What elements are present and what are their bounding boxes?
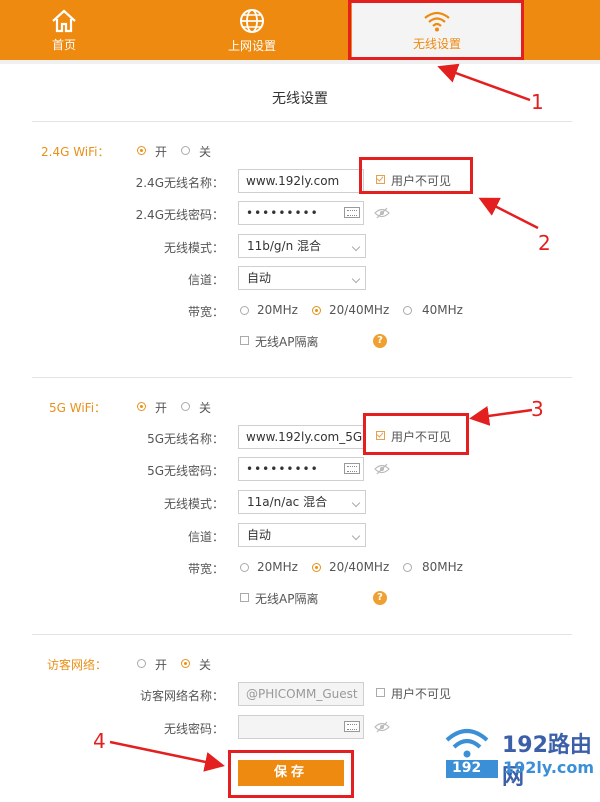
annotation-number-1: 1 <box>531 90 544 114</box>
annotation-number-3: 3 <box>531 397 544 421</box>
watermark-sub-left: 192 <box>452 760 482 776</box>
annotation-number-2: 2 <box>538 231 551 255</box>
watermark-sub-right: 192ly.com <box>503 758 595 777</box>
annotation-number-4: 4 <box>93 729 106 753</box>
watermark-wifi-icon <box>445 729 489 758</box>
annotation-arrows <box>109 63 539 772</box>
